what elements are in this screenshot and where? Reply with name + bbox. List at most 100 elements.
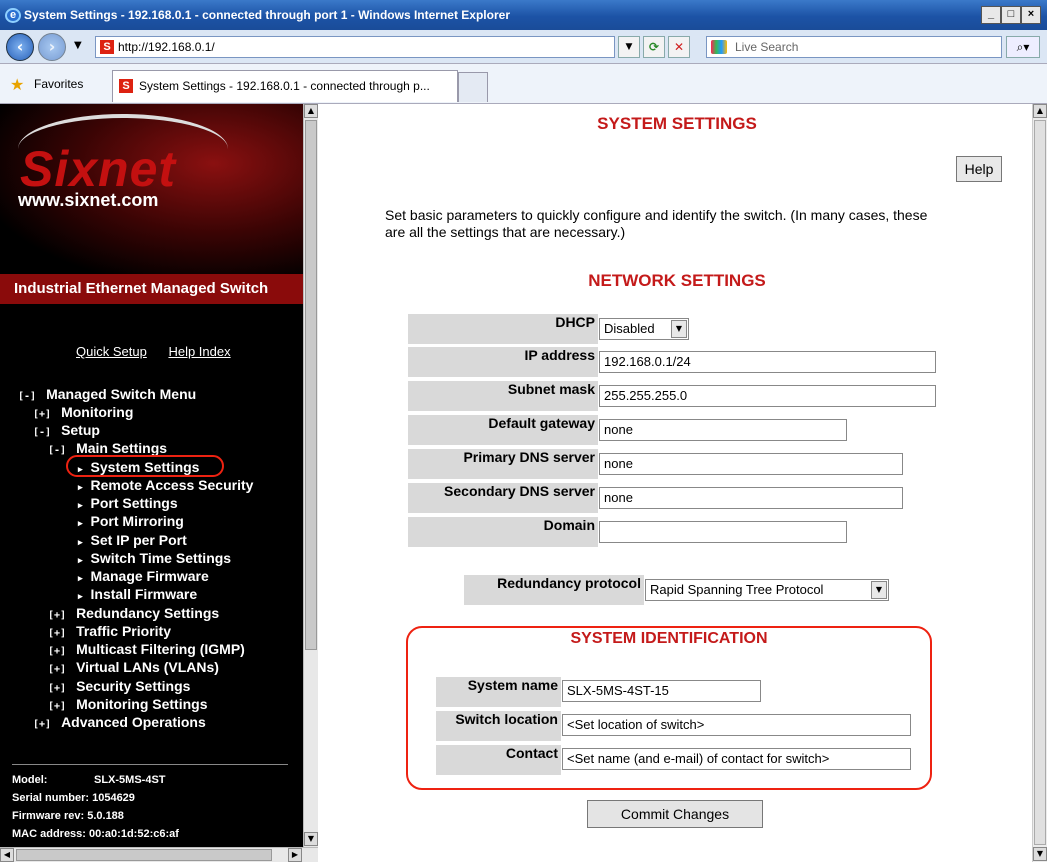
network-row-domain: Domain: [408, 517, 598, 547]
menu-item-label: Install Firmware: [90, 586, 198, 602]
scroll-up-icon[interactable]: ▲: [304, 104, 318, 118]
search-button[interactable]: ⌕▾: [1006, 36, 1040, 58]
expand-toggle[interactable]: [+]: [33, 719, 51, 730]
expand-toggle[interactable]: [+]: [33, 409, 51, 420]
scroll-right-icon[interactable]: ▶: [288, 848, 302, 862]
left-vertical-scrollbar[interactable]: ▲ ▼: [303, 104, 318, 847]
browser-tab[interactable]: S System Settings - 192.168.0.1 - connec…: [112, 70, 458, 102]
primary-dns-field[interactable]: none: [599, 453, 903, 475]
menu-item-install-firmware[interactable]: ▸ Install Firmware: [78, 586, 197, 604]
field-label: Default gateway: [488, 415, 595, 431]
expand-toggle[interactable]: [+]: [48, 610, 66, 621]
system-name-field[interactable]: SLX-5MS-4ST-15: [562, 680, 761, 702]
menu-item-monitoring[interactable]: [+] Monitoring: [33, 404, 133, 422]
menu-item-port-settings[interactable]: ▸ Port Settings: [78, 495, 178, 513]
url-text: http://192.168.0.1/: [118, 40, 215, 54]
favorites-label[interactable]: Favorites: [34, 77, 83, 91]
switch-location-field[interactable]: <Set location of switch>: [562, 714, 911, 736]
expand-toggle[interactable]: [+]: [48, 701, 66, 712]
expand-toggle[interactable]: [+]: [48, 683, 66, 694]
commit-changes-button[interactable]: Commit Changes: [587, 800, 763, 828]
quick-setup-link[interactable]: Quick Setup: [76, 344, 147, 359]
intro-text: Set basic parameters to quickly configur…: [385, 207, 928, 240]
info-label: Firmware rev:: [12, 810, 85, 822]
window-title-bar: e System Settings - 192.168.0.1 - connec…: [0, 0, 1047, 30]
live-search-icon: [711, 40, 727, 54]
menu-item-switch-time-settings[interactable]: ▸ Switch Time Settings: [78, 550, 231, 568]
collapse-toggle[interactable]: [-]: [48, 445, 66, 456]
info-label: Model:: [12, 774, 48, 786]
network-row-secondary-dns: Secondary DNS server: [408, 483, 598, 513]
ip-address-field[interactable]: 192.168.0.1/24: [599, 351, 936, 373]
menu-item-traffic-priority[interactable]: [+] Traffic Priority: [48, 623, 171, 641]
right-vertical-scrollbar[interactable]: ▲ ▼: [1032, 104, 1047, 862]
sysid-row-location: Switch location: [436, 711, 561, 741]
menu-item-manage-firmware[interactable]: ▸ Manage Firmware: [78, 568, 209, 586]
expand-toggle[interactable]: [+]: [48, 646, 66, 657]
close-button[interactable]: ×: [1021, 6, 1041, 24]
domain-field[interactable]: [599, 521, 847, 543]
field-label: Secondary DNS server: [444, 483, 595, 499]
info-value: 5.0.188: [87, 810, 124, 822]
scroll-down-icon[interactable]: ▼: [1033, 847, 1047, 861]
favorites-star-icon[interactable]: ★: [10, 75, 24, 94]
scroll-thumb[interactable]: [16, 849, 272, 861]
scroll-thumb[interactable]: [1034, 120, 1046, 845]
menu-item-label: Traffic Priority: [76, 623, 171, 639]
menu-item-label: Managed Switch Menu: [46, 386, 197, 402]
refresh-icon[interactable]: ⟳: [643, 36, 665, 58]
stop-icon[interactable]: ✕: [668, 36, 690, 58]
contact-field[interactable]: <Set name (and e-mail) of contact for sw…: [562, 748, 911, 770]
info-serial: Serial number: 1054629: [12, 792, 135, 804]
menu-item-port-mirroring[interactable]: ▸ Port Mirroring: [78, 513, 184, 531]
history-dropdown-icon[interactable]: ▼: [74, 40, 82, 51]
field-label: Switch location: [455, 711, 558, 727]
internet-explorer-icon: e: [5, 8, 21, 23]
minimize-button[interactable]: _: [981, 6, 1001, 24]
scroll-left-icon[interactable]: ◀: [0, 848, 14, 862]
help-button[interactable]: Help: [956, 156, 1002, 182]
scroll-up-icon[interactable]: ▲: [1033, 104, 1047, 118]
dhcp-select[interactable]: Disabled ▼: [599, 318, 689, 340]
info-value: 00:a0:1d:52:c6:af: [89, 828, 179, 840]
field-label: Contact: [505, 745, 558, 761]
redundancy-protocol-select[interactable]: Rapid Spanning Tree Protocol ▼: [645, 579, 889, 601]
collapse-toggle[interactable]: [-]: [33, 427, 51, 438]
dropdown-arrow-icon[interactable]: ▼: [671, 320, 687, 338]
menu-item-redundancy-settings[interactable]: [+] Redundancy Settings: [48, 605, 219, 623]
menu-item-remote-access-security[interactable]: ▸ Remote Access Security: [78, 477, 253, 495]
left-horizontal-scrollbar[interactable]: ◀ ▶: [0, 847, 318, 862]
menu-item-managed-switch-menu[interactable]: [-] Managed Switch Menu: [18, 386, 196, 404]
maximize-button[interactable]: □: [1001, 6, 1021, 24]
expand-toggle[interactable]: [+]: [48, 628, 66, 639]
menu-item-multicast-filtering[interactable]: [+] Multicast Filtering (IGMP): [48, 641, 245, 659]
back-icon[interactable]: ‹: [6, 33, 34, 61]
subnet-mask-field[interactable]: 255.255.255.0: [599, 385, 936, 407]
new-tab-button[interactable]: [458, 72, 488, 102]
bullet-arrow-icon: ▸: [78, 573, 83, 583]
menu-item-monitoring-settings[interactable]: [+] Monitoring Settings: [48, 696, 208, 714]
menu-item-set-ip-per-port[interactable]: ▸ Set IP per Port: [78, 532, 187, 550]
url-input[interactable]: S http://192.168.0.1/: [95, 36, 615, 58]
secondary-dns-field[interactable]: none: [599, 487, 903, 509]
collapse-toggle[interactable]: [-]: [18, 391, 36, 402]
scroll-down-icon[interactable]: ▼: [304, 832, 318, 846]
menu-item-security-settings[interactable]: [+] Security Settings: [48, 678, 190, 696]
url-dropdown-icon[interactable]: ▼: [618, 36, 640, 58]
bullet-arrow-icon: ▸: [78, 518, 83, 528]
menu-item-advanced-operations[interactable]: [+] Advanced Operations: [33, 714, 206, 732]
expand-toggle[interactable]: [+]: [48, 664, 66, 675]
content-frame: SYSTEM SETTINGS Help Set basic parameter…: [322, 104, 1047, 862]
selected-item-highlight: [66, 455, 224, 477]
search-input[interactable]: Live Search: [706, 36, 1002, 58]
forward-icon[interactable]: ›: [38, 33, 66, 61]
field-label: Subnet mask: [507, 381, 595, 397]
sysid-row-name: System name: [436, 677, 561, 707]
default-gateway-field[interactable]: none: [599, 419, 847, 441]
dropdown-arrow-icon[interactable]: ▼: [871, 581, 887, 599]
menu-item-setup[interactable]: [-] Setup: [33, 422, 100, 440]
help-index-link[interactable]: Help Index: [168, 344, 230, 359]
menu-item-virtual-lans[interactable]: [+] Virtual LANs (VLANs): [48, 659, 219, 677]
scroll-thumb[interactable]: [305, 120, 317, 650]
select-value: Rapid Spanning Tree Protocol: [650, 582, 824, 597]
